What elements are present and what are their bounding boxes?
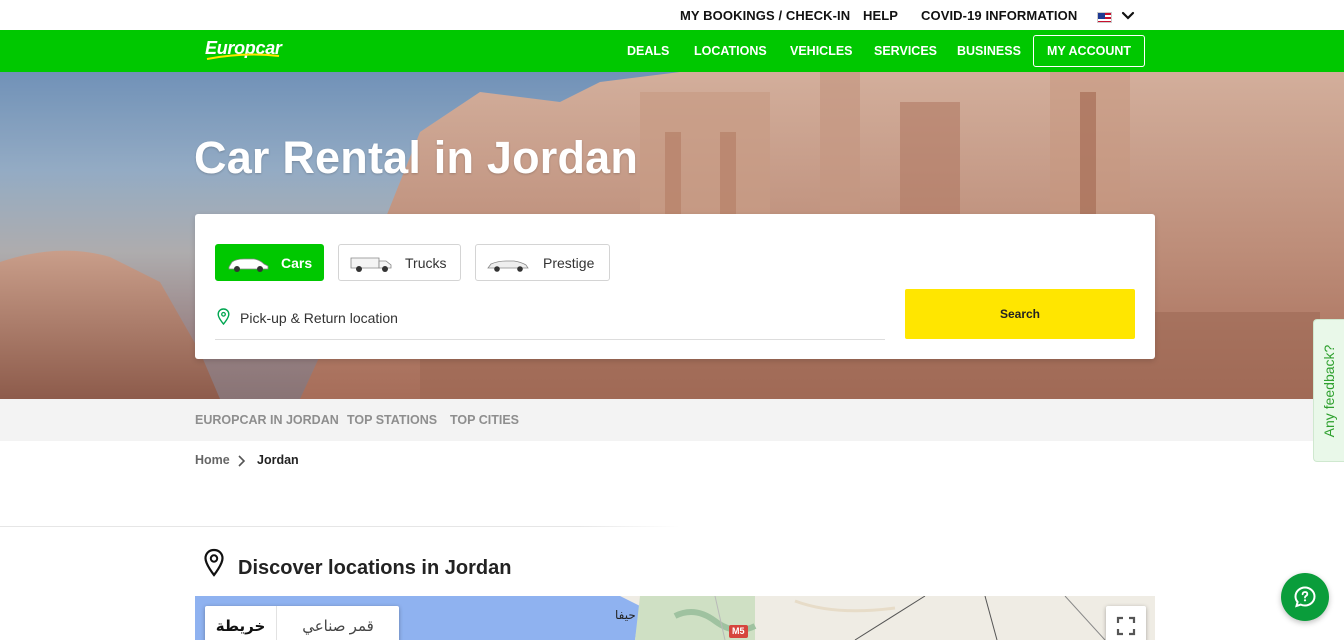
anchor-nav: EUROPCAR IN JORDAN TOP STATIONS TOP CITI… xyxy=(0,399,1344,441)
tab-trucks-label: Trucks xyxy=(405,255,447,271)
prestige-car-icon xyxy=(487,260,529,272)
location-placeholder: Pick-up & Return location xyxy=(240,310,398,326)
nav-locations[interactable]: LOCATIONS xyxy=(694,44,767,58)
car-icon xyxy=(228,258,269,272)
chat-button[interactable] xyxy=(1281,573,1329,621)
map-road-shield: M5 xyxy=(729,625,748,638)
discover-heading: Discover locations in Jordan xyxy=(238,557,512,579)
map-type-satellite-button[interactable]: قمر صناعي xyxy=(277,606,399,640)
my-bookings-link[interactable]: MY BOOKINGS / CHECK-IN xyxy=(680,8,850,23)
tab-prestige-label: Prestige xyxy=(543,255,595,271)
us-flag-icon[interactable] xyxy=(1097,12,1112,23)
nav-deals[interactable]: DEALS xyxy=(627,44,669,58)
search-widget: Cars Trucks Prestige Pick-up & Return lo… xyxy=(195,214,1155,359)
tab-trucks[interactable]: Trucks xyxy=(338,244,461,281)
nav-vehicles[interactable]: VEHICLES xyxy=(790,44,853,58)
chevron-right-icon xyxy=(238,455,246,467)
section-divider xyxy=(0,526,680,527)
tab-prestige[interactable]: Prestige xyxy=(475,244,610,281)
fullscreen-icon xyxy=(1116,616,1136,636)
map-type-map-button[interactable]: خريطة xyxy=(205,606,277,640)
my-account-button[interactable]: MY ACCOUNT xyxy=(1033,35,1145,67)
chat-help-icon xyxy=(1294,586,1316,608)
anchor-top-stations[interactable]: TOP STATIONS xyxy=(347,413,437,427)
breadcrumb-home[interactable]: Home xyxy=(195,453,230,467)
anchor-europcar-in-jordan[interactable]: EUROPCAR IN JORDAN xyxy=(195,413,339,427)
truck-icon xyxy=(350,257,392,272)
locations-map[interactable]: خريطة قمر صناعي حيفا M5 xyxy=(195,596,1155,640)
map-pin-icon xyxy=(204,548,224,577)
pickup-return-location-input[interactable]: Pick-up & Return location xyxy=(215,302,885,340)
nav-business[interactable]: BUSINESS xyxy=(957,44,1021,58)
anchor-top-cities[interactable]: TOP CITIES xyxy=(450,413,519,427)
tab-cars[interactable]: Cars xyxy=(215,244,324,281)
map-city-label: حيفا xyxy=(615,608,636,622)
feedback-tab[interactable]: Any feedback? xyxy=(1313,319,1344,462)
tab-cars-label: Cars xyxy=(281,255,313,271)
search-button[interactable]: Search xyxy=(905,289,1135,339)
chevron-down-icon[interactable] xyxy=(1121,9,1135,23)
page-title: Car Rental in Jordan xyxy=(194,132,639,183)
map-type-control: خريطة قمر صناعي xyxy=(205,606,399,640)
nav-services[interactable]: SERVICES xyxy=(874,44,937,58)
help-link[interactable]: HELP xyxy=(863,8,898,23)
logo-swoosh-icon xyxy=(206,53,280,60)
map-fullscreen-button[interactable] xyxy=(1106,606,1146,640)
feedback-label: Any feedback? xyxy=(1321,344,1337,437)
breadcrumb-current: Jordan xyxy=(257,453,299,467)
location-pin-icon xyxy=(217,308,230,325)
covid-info-link[interactable]: COVID-19 INFORMATION xyxy=(921,8,1077,23)
utility-bar: MY BOOKINGS / CHECK-IN HELP COVID-19 INF… xyxy=(0,0,1344,30)
